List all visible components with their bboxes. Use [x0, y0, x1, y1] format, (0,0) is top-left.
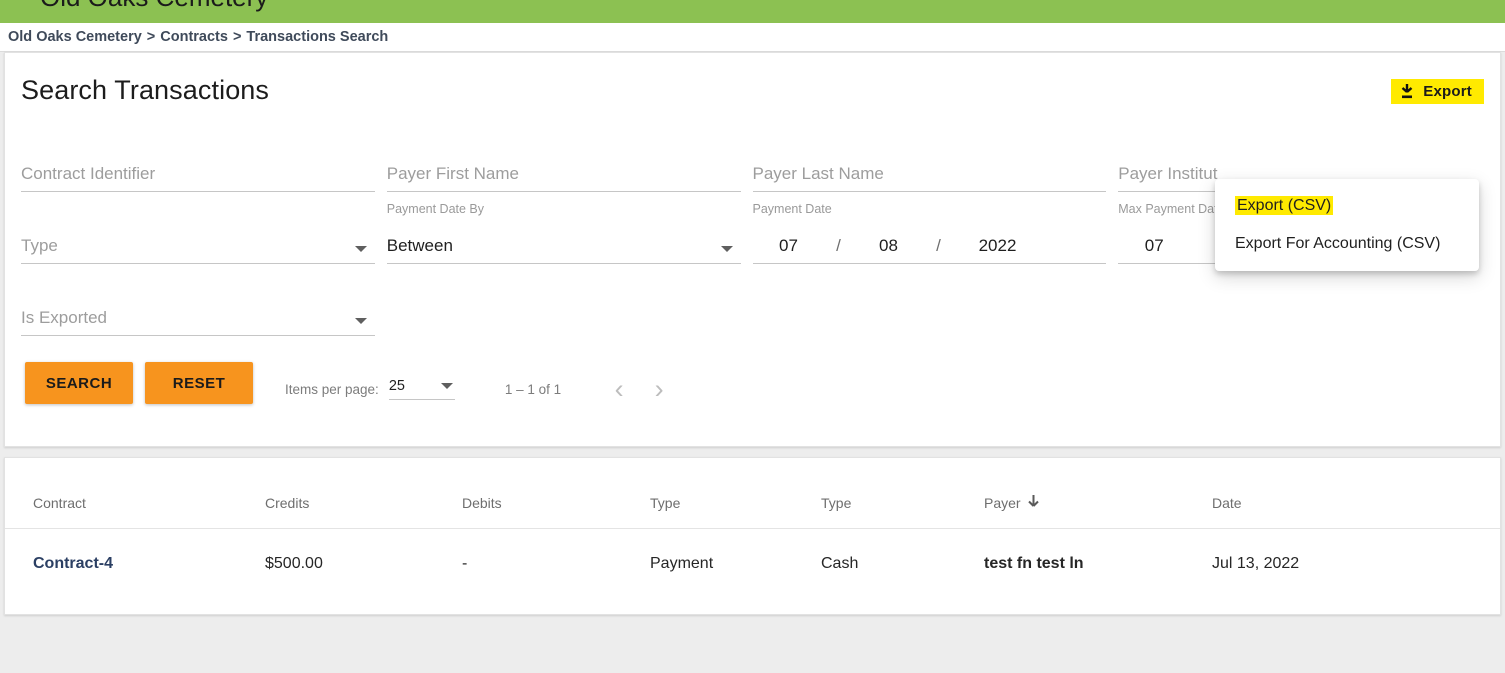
chevron-right-icon[interactable]: ›	[639, 375, 679, 403]
field-underline	[386, 191, 741, 192]
payment-date-day[interactable]: 08	[853, 236, 925, 256]
export-button-label: Export	[1423, 83, 1472, 100]
column-header-date[interactable]: Date	[1212, 458, 1500, 529]
payment-date-field[interactable]: Payment Date 07 / 08 / 2022	[752, 196, 1119, 268]
payment-date-label: Payment Date	[752, 202, 832, 216]
max-payment-date-month[interactable]: 07	[1118, 236, 1190, 256]
cell-credits: $500.00	[265, 555, 323, 572]
type-select-field[interactable]: Type	[21, 196, 387, 268]
breadcrumb-item-contracts[interactable]: Contracts	[160, 29, 228, 45]
cell-type-2: Cash	[821, 555, 859, 572]
max-payment-date-inputs: 07	[1118, 236, 1190, 256]
column-header-credits[interactable]: Credits	[265, 458, 462, 529]
field-underline	[386, 263, 741, 264]
type-select-placeholder: Type	[21, 236, 58, 255]
table-header: Contract Credits Debits Type Type Payer	[5, 458, 1500, 529]
search-transactions-card: Search Transactions Export Export (CSV) …	[4, 52, 1501, 447]
column-header-type-2[interactable]: Type	[821, 458, 984, 529]
breadcrumb-bar: Old Oaks Cemetery > Contracts > Transactions…	[0, 23, 1505, 52]
payer-first-name-field[interactable]: Payer First Name	[386, 124, 753, 196]
field-underline	[21, 191, 375, 192]
actions-row: SEARCH RESET Items per page: 25 1 – 1 of…	[5, 340, 1500, 404]
table-body: Contract-4 $500.00 - Payment Cash test f…	[5, 529, 1500, 602]
table-row[interactable]: Contract-4 $500.00 - Payment Cash test f…	[5, 529, 1500, 602]
breadcrumb: Old Oaks Cemetery > Contracts > Transactions…	[8, 29, 388, 45]
items-per-page-value: 25	[388, 378, 405, 394]
table-header-row: Contract Credits Debits Type Type Payer	[5, 458, 1500, 529]
payment-date-year[interactable]: 2022	[953, 236, 1043, 256]
payment-date-by-value: Between	[386, 236, 453, 255]
page-title: Search Transactions	[21, 75, 270, 105]
date-separator: /	[836, 236, 841, 255]
column-header-payer[interactable]: Payer	[984, 458, 1212, 529]
field-underline	[21, 263, 375, 264]
breadcrumb-separator: >	[146, 29, 156, 45]
arrow-down-icon	[1027, 494, 1040, 512]
field-underline	[21, 335, 375, 336]
items-per-page-label: Items per page:	[285, 381, 379, 397]
breadcrumb-separator: >	[232, 29, 242, 45]
cell-type-1: Payment	[650, 555, 714, 572]
contract-link[interactable]: Contract-4	[33, 555, 113, 572]
chevron-down-icon	[440, 383, 453, 389]
reset-button[interactable]: RESET	[145, 362, 253, 404]
is-exported-select-field[interactable]: Is Exported	[21, 268, 387, 340]
search-button[interactable]: SEARCH	[25, 362, 133, 404]
field-underline	[752, 263, 1107, 264]
export-menu-item-csv-label: Export (CSV)	[1235, 196, 1334, 215]
payment-date-by-field[interactable]: Payment Date By Between	[386, 196, 753, 268]
chevron-left-icon[interactable]: ‹	[599, 375, 639, 403]
max-payment-date-label: Max Payment Dat	[1118, 202, 1218, 216]
payment-date-month[interactable]: 07	[753, 236, 825, 256]
chevron-down-icon	[354, 246, 367, 252]
field-underline	[752, 191, 1107, 192]
breadcrumb-item-cemetery[interactable]: Old Oaks Cemetery	[8, 29, 142, 45]
paginator: Items per page: 25 1 – 1 of 1 ‹ ›	[285, 364, 679, 403]
payment-date-inputs: 07 / 08 / 2022	[753, 236, 1043, 256]
transactions-table-card: Contract Credits Debits Type Type Payer	[4, 457, 1501, 615]
page-body: Search Transactions Export Export (CSV) …	[0, 52, 1505, 615]
items-per-page-select[interactable]: 25	[388, 378, 455, 400]
export-menu-item-accounting-csv[interactable]: Export For Accounting (CSV)	[1215, 225, 1479, 263]
transactions-table: Contract Credits Debits Type Type Payer	[5, 458, 1500, 601]
download-icon	[1399, 83, 1415, 100]
card-header: Search Transactions Export	[5, 53, 1500, 106]
export-menu-item-accounting-csv-label: Export For Accounting (CSV)	[1235, 235, 1441, 252]
cell-date: Jul 13, 2022	[1212, 555, 1300, 572]
export-button[interactable]: Export	[1391, 79, 1484, 104]
contract-identifier-placeholder: Contract Identifier	[21, 164, 156, 183]
column-header-type-1[interactable]: Type	[650, 458, 821, 529]
app-bar: Old Oaks Cemetery	[0, 0, 1505, 23]
payer-institution-placeholder: Payer Institut	[1118, 164, 1218, 183]
column-header-debits[interactable]: Debits	[462, 458, 650, 529]
is-exported-placeholder: Is Exported	[21, 308, 107, 327]
contract-identifier-field[interactable]: Contract Identifier	[21, 124, 387, 196]
payer-last-name-field[interactable]: Payer Last Name	[752, 124, 1119, 196]
export-menu-item-csv[interactable]: Export (CSV)	[1215, 187, 1479, 225]
pagination-range-label: 1 – 1 of 1	[504, 381, 562, 397]
cell-contract: Contract-4	[5, 529, 265, 602]
chevron-down-icon	[355, 318, 367, 324]
form-row-3: Is Exported	[21, 268, 1484, 340]
column-header-contract[interactable]: Contract	[5, 458, 265, 529]
export-menu: Export (CSV) Export For Accounting (CSV)	[1215, 179, 1479, 271]
cell-debits: -	[462, 555, 468, 572]
chevron-down-icon	[720, 246, 733, 252]
payer-first-name-placeholder: Payer First Name	[386, 164, 519, 183]
breadcrumb-item-transactions-search[interactable]: Transactions Search	[246, 29, 388, 45]
column-header-payer-label: Payer	[984, 495, 1021, 511]
payment-date-by-label: Payment Date By	[386, 202, 485, 216]
app-bar-title: Old Oaks Cemetery	[40, 0, 268, 13]
date-separator: /	[936, 236, 941, 255]
cell-payer: test fn test ln	[984, 555, 1084, 572]
payer-last-name-placeholder: Payer Last Name	[752, 164, 884, 183]
